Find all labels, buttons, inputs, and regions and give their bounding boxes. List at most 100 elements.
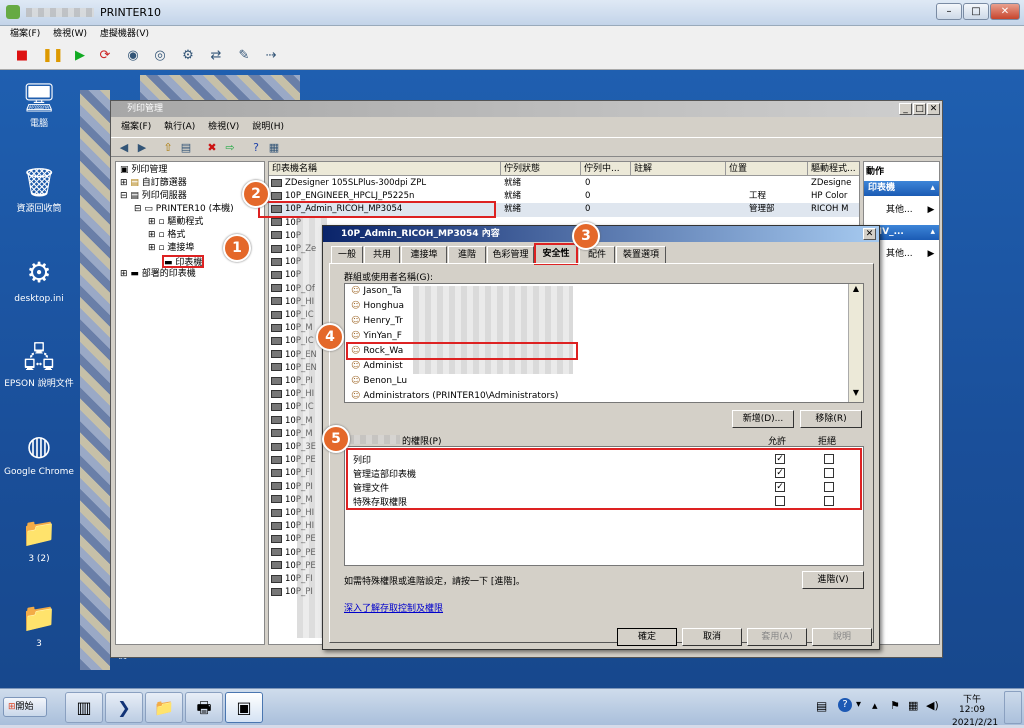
taskbar-powershell[interactable]: ❯ (105, 692, 143, 723)
tray-network-icon[interactable]: ▦ (908, 699, 918, 712)
tree-print-servers[interactable]: ⊟ ▤ 列印伺服器 (120, 190, 187, 203)
settings-icon[interactable]: ⚙ (180, 48, 196, 64)
advanced-button[interactable]: 進階(V) (802, 571, 864, 589)
help-icon[interactable]: ? (249, 141, 263, 155)
tray-help-icon[interactable]: ? (838, 698, 852, 712)
export-icon[interactable]: ⇨ (223, 141, 237, 155)
stop-icon[interactable]: ■ (14, 48, 30, 64)
printer-row[interactable]: ZDesigner 105SLPlus-300dpi ZPL 就緒 0 ZDesign… (269, 177, 859, 190)
user-item[interactable]: YinYan_F (351, 331, 402, 341)
reset-icon[interactable]: ⟳ (97, 48, 113, 64)
pm-maximize-button[interactable]: □ (913, 103, 926, 115)
tree-drivers[interactable]: ⊞ ▫ 驅動程式 (148, 216, 203, 229)
tree-forms[interactable]: ⊞ ▫ 格式 (148, 229, 185, 242)
pm-menu-action[interactable]: 執行(A) (164, 122, 195, 132)
taskbar-explorer[interactable]: 📁 (145, 692, 183, 723)
tree-printer10[interactable]: ⊟ ▭ PRINTER10 (本機) (134, 203, 234, 216)
col-driver[interactable]: 驅動程式... (808, 162, 859, 176)
col-printer-name[interactable]: 印表機名稱 (269, 162, 501, 176)
tab-general[interactable]: 一般 (331, 246, 363, 263)
pm-menu-view[interactable]: 檢視(V) (208, 122, 239, 132)
apply-button[interactable]: 套用(A) (747, 628, 807, 646)
tray-volume-icon[interactable]: ◀) (926, 699, 939, 712)
scroll-down-icon[interactable]: ▼ (849, 388, 863, 400)
printer-icon (271, 415, 284, 428)
ok-button[interactable]: 確定 (617, 628, 677, 646)
tray-show-desktop-icon[interactable]: ▴ (872, 699, 878, 712)
show-desktop-button[interactable] (1004, 691, 1022, 724)
snapshot-icon[interactable]: ◉ (125, 48, 141, 64)
vm-menu-bar: 檔案(F) 檢視(W) 虛擬機器(V) (0, 26, 1024, 42)
tree-custom-filters[interactable]: ⊞ ▤ 自訂篩選器 (120, 177, 187, 190)
share-icon[interactable]: ⇄ (208, 48, 224, 64)
user-item[interactable]: Henry_Tr (351, 316, 402, 326)
forward-icon[interactable]: ▶ (135, 141, 149, 155)
actions-more-1[interactable]: 其他... ▶ (886, 202, 934, 215)
taskbar-print-management[interactable]: ▣ (225, 692, 263, 723)
user-item[interactable]: Benon_Lu (351, 376, 407, 386)
tray-flag-icon[interactable]: ⚑ (890, 699, 900, 712)
col-location[interactable]: 位置 (726, 162, 808, 176)
tab-device-settings[interactable]: 裝置選項 (616, 246, 666, 263)
desktop-icon-computer[interactable]: 🖥 電腦 (4, 80, 74, 129)
tray-clock[interactable]: 下午 12:09 2021/2/21 (952, 692, 998, 728)
start-button[interactable]: ⊞開始 (3, 697, 47, 717)
tab-advanced[interactable]: 進階 (448, 246, 486, 263)
actions-more-2[interactable]: 其他... ▶ (886, 246, 934, 259)
user-list-scrollbar[interactable]: ▲ ▼ (848, 284, 863, 402)
col-queue-status[interactable]: 佇列狀態 (501, 162, 581, 176)
tab-security[interactable]: 安全性 (534, 243, 578, 265)
user-item[interactable]: Administ (351, 361, 402, 371)
pause-icon[interactable]: ❚❚ (42, 48, 64, 64)
user-item[interactable]: Honghua (351, 301, 404, 311)
desktop-icon-folder-3-2[interactable]: 📁 3 (2) (4, 515, 74, 564)
taskbar-server-manager[interactable]: ▥ (65, 692, 103, 723)
tools-icon[interactable]: ✎ (236, 48, 252, 64)
show-tree-icon[interactable]: ▤ (179, 141, 193, 155)
up-folder-icon[interactable]: ⇧ (161, 141, 175, 155)
integration-icon[interactable]: ⇢ (263, 48, 279, 64)
vm-menu-machine[interactable]: 虛擬機器(V) (100, 29, 149, 39)
desktop-icon-desktop-ini[interactable]: ⚙ desktop.ini (4, 255, 74, 304)
col-comment[interactable]: 註解 (631, 162, 726, 176)
user-item[interactable]: Administrators (PRINTER10\Administrators… (351, 391, 558, 401)
desktop-icon-folder-3[interactable]: 📁 3 (4, 600, 74, 649)
tab-ports[interactable]: 連接埠 (401, 246, 447, 263)
scroll-up-icon[interactable]: ▲ (849, 284, 863, 296)
user-item[interactable]: Jason_Ta (351, 286, 401, 296)
tray-printer-icon[interactable]: ▤ (816, 699, 827, 713)
dialog-close-button[interactable]: ✕ (863, 228, 876, 240)
access-control-link[interactable]: 深入了解存取控制及權限 (344, 601, 443, 614)
desktop-icon-epson[interactable]: 🖧 EPSON 說明文件 (4, 340, 74, 389)
back-icon[interactable]: ◀ (117, 141, 131, 155)
desktop-icon-chrome[interactable]: ◍ Google Chrome (4, 428, 74, 477)
taskbar-printer[interactable]: 🖶 (185, 692, 223, 723)
start-icon[interactable]: ▶ (72, 48, 88, 64)
add-button[interactable]: 新增(D)... (732, 410, 794, 428)
maximize-button[interactable]: □ (963, 3, 989, 20)
tree-deployed-printers[interactable]: ⊞ ▬ 部署的印表機 (120, 268, 196, 281)
remove-button[interactable]: 移除(R) (800, 410, 862, 428)
tree-root[interactable]: ▣ 列印管理 (120, 164, 167, 177)
pm-close-button[interactable]: ✕ (927, 103, 940, 115)
tab-sharing[interactable]: 共用 (364, 246, 400, 263)
help-button[interactable]: 說明 (812, 628, 872, 646)
pm-menu-file[interactable]: 檔案(F) (121, 122, 151, 132)
vm-menu-view[interactable]: 檢視(W) (53, 29, 87, 39)
pm-minimize-button[interactable]: _ (899, 103, 912, 115)
minimize-button[interactable]: – (936, 3, 962, 20)
tree-ports[interactable]: ⊞ ▫ 連接埠 (148, 242, 194, 255)
close-button[interactable]: ✕ (990, 3, 1020, 20)
pm-menu-help[interactable]: 說明(H) (252, 122, 284, 132)
properties-icon[interactable]: ▦ (267, 141, 281, 155)
cancel-button[interactable]: 取消 (682, 628, 742, 646)
actions-section-printers[interactable]: 印表機 ▴ (864, 181, 939, 196)
col-jobs-in-queue[interactable]: 佇列中... (581, 162, 631, 176)
revert-icon[interactable]: ◎ (152, 48, 168, 64)
desktop-icon-recycle-bin[interactable]: 🗑 資源回收筒 (4, 165, 74, 214)
tray-expand-icon[interactable]: ▾ (856, 699, 861, 710)
delete-icon[interactable]: ✖ (205, 141, 219, 155)
tab-color-management[interactable]: 色彩管理 (487, 246, 534, 263)
tree-printers[interactable]: ▬ 印表機 (162, 255, 205, 268)
vm-menu-file[interactable]: 檔案(F) (10, 29, 40, 39)
